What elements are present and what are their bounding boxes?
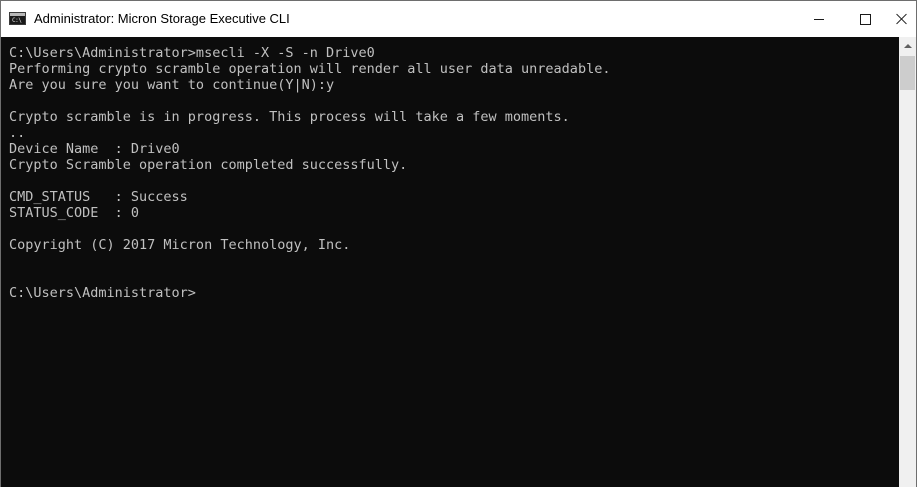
- vertical-scrollbar[interactable]: [899, 37, 916, 487]
- console-line: Performing crypto scramble operation wil…: [9, 61, 611, 77]
- close-icon: [896, 13, 908, 25]
- console-icon-prompt: C:\: [12, 17, 22, 24]
- console-window: C:\ Administrator: Micron Storage Execut…: [0, 0, 917, 487]
- console-line: C:\Users\Administrator>: [9, 285, 196, 301]
- scrollbar-thumb[interactable]: [900, 56, 915, 90]
- close-button[interactable]: [886, 1, 917, 37]
- console-icon-bar: [10, 13, 25, 16]
- minimize-icon: [814, 18, 824, 20]
- console-line: Device Name : Drive0: [9, 141, 180, 157]
- console-line: STATUS_CODE : 0: [9, 205, 140, 221]
- maximize-icon: [859, 13, 871, 25]
- console-icon[interactable]: C:\: [9, 12, 26, 25]
- console-line: Crypto Scramble operation completed succ…: [9, 157, 408, 173]
- maximize-button[interactable]: [842, 1, 888, 37]
- console-output-area[interactable]: C:\Users\Administrator>msecli -X -S -n D…: [1, 37, 899, 487]
- title-bar[interactable]: C:\ Administrator: Micron Storage Execut…: [1, 1, 916, 37]
- console-line: ..: [9, 125, 26, 141]
- console-line: CMD_STATUS : Success: [9, 189, 188, 205]
- console-line: C:\Users\Administrator>msecli -X -S -n D…: [9, 45, 375, 61]
- console-lines: C:\Users\Administrator>msecli -X -S -n D…: [9, 45, 610, 301]
- window-title: Administrator: Micron Storage Executive …: [34, 11, 290, 26]
- console-line: Crypto scramble is in progress. This pro…: [9, 109, 570, 125]
- console-line: Copyright (C) 2017 Micron Technology, In…: [9, 237, 351, 253]
- console-line: Are you sure you want to continue(Y|N):y: [9, 77, 335, 93]
- minimize-button[interactable]: [796, 1, 842, 37]
- scroll-up-button[interactable]: [899, 37, 916, 54]
- chevron-up-icon: [903, 43, 912, 48]
